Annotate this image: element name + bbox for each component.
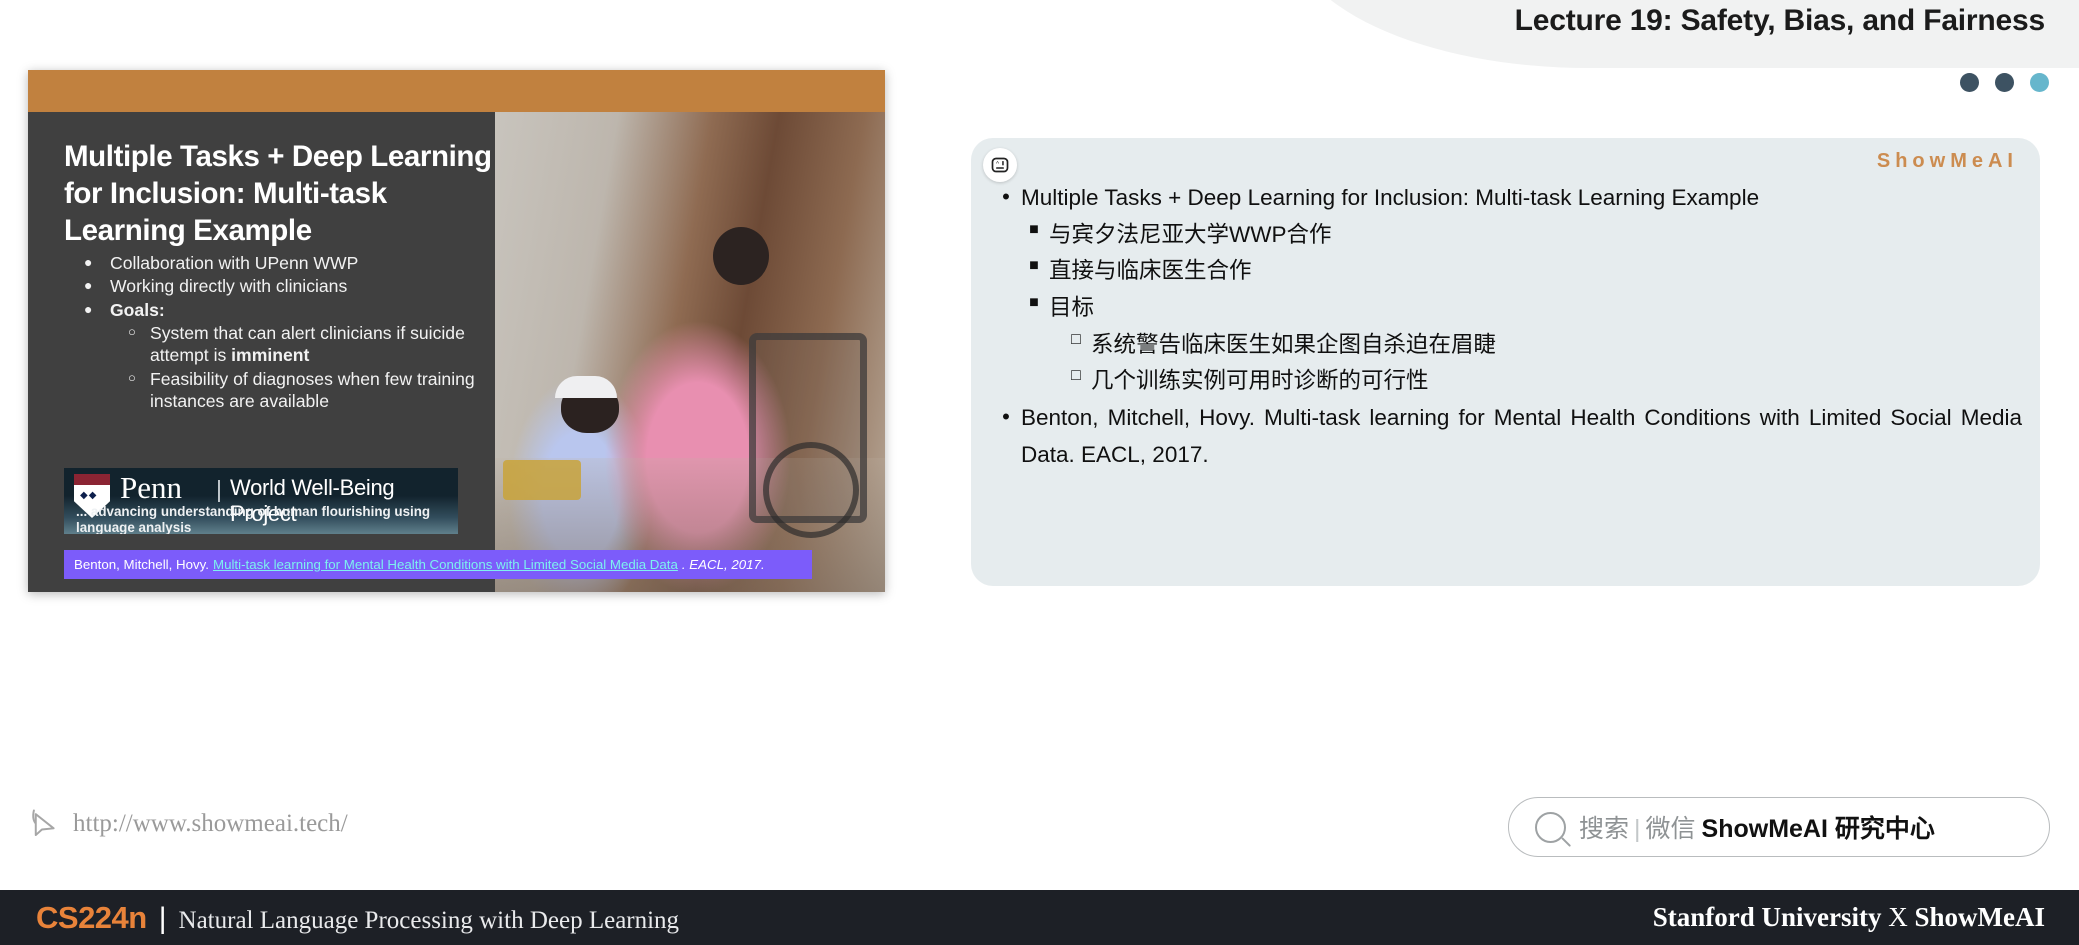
panel-item-label: 目标 [1049,295,1095,321]
bullet-marker-icon: ● [84,277,93,294]
slide-bullet-list: ● Collaboration with UPenn WWP ● Working… [76,252,496,413]
subbullet-text-emphasis: imminent [231,345,310,366]
panel-item-label: 与宾夕法尼亚大学WWP合作 [1049,221,1332,247]
slide-subbullet-label: System that can alert clinicians if suic… [150,322,496,367]
pagination-dots [1960,73,2049,92]
pagination-dot-3[interactable] [2030,73,2049,92]
footer-org-showmeai: ShowMeAI [1914,902,2045,932]
panel-bullet-icon: • [1002,184,1010,209]
panel-bullet-icon: ■ [1029,220,1039,238]
citation-authors: Benton, Mitchell, Hovy. [74,557,209,572]
slide-citation-bar: Benton, Mitchell, Hovy. Multi-task learn… [64,550,812,579]
panel-item-label: Benton, Mitchell, Hovy. Multi-task learn… [1021,405,2022,467]
panel-list-item: □ 系统警告临床医生如果企图自杀迫在眉睫 [991,327,2022,364]
search-placeholder: 搜索 [1579,815,1630,843]
panel-bullet-icon: ■ [1029,294,1039,312]
slide-bullet-item: ● Working directly with clinicians [76,275,496,297]
cursor-icon [32,809,55,837]
panel-item-label: 几个训练实例可用时诊断的可行性 [1091,368,1429,394]
photo-patient [713,227,769,286]
bullet-marker-icon: ● [84,254,93,270]
slide-subbullet-item: ○ System that can alert clinicians if su… [76,322,496,367]
photo-bench [503,460,581,500]
panel-bullet-icon: ■ [1029,257,1039,275]
slide-subbullet-item: ○ Feasibility of diagnoses when few trai… [76,368,496,413]
slide-subbullet-label: Feasibility of diagnoses when few traini… [150,368,475,412]
showmeai-panel-logo: ShowMeAI [1876,150,2018,172]
panel-list-item: • Benton, Mitchell, Hovy. Multi-task lea… [991,400,2022,473]
panel-bullet-icon: □ [1071,367,1081,385]
translation-panel: ^ ShowMeAI • Multiple Tasks + Deep Learn… [971,138,2040,586]
penn-divider: | [216,476,222,502]
page-root: Lecture 19: Safety, Bias, and Fairness M… [0,0,2079,945]
slide-bullet-item: ● Collaboration with UPenn WWP [76,252,496,274]
pagination-dot-1[interactable] [1960,73,1979,92]
slide-bullet-label: Goals: [110,299,496,321]
ai-robot-icon: ^ [983,148,1017,182]
search-hint: 搜索 | 微信 ShowMeAI 研究中心 [1579,809,1935,845]
search-brand: ShowMeAI 研究中心 [1701,815,1935,843]
slide-top-stripe [28,70,885,112]
slide-title: Multiple Tasks + Deep Learning for Inclu… [64,140,492,248]
svg-text:^: ^ [996,160,1000,167]
search-channel: 微信 [1645,815,1696,843]
site-url-text: http://www.showmeai.tech/ [73,810,348,837]
footer-org-stanford: Stanford University [1652,902,1882,932]
panel-item-label: 直接与临床医生合作 [1049,258,1252,284]
panel-list-item: • Multiple Tasks + Deep Learning for Inc… [991,180,2022,217]
footer-bar: CS224n | Natural Language Processing wit… [0,890,2079,945]
slide-photo-nurse-patient [495,112,885,592]
footer-course-info: CS224n | Natural Language Processing wit… [36,900,679,936]
footer-course-code: CS224n [36,899,147,935]
penn-wordmark: Penn [120,470,182,505]
penn-tagline: ... advancing understanding of human flo… [76,504,431,534]
panel-list-item: ■ 直接与临床医生合作 [991,253,2022,290]
panel-item-label: Multiple Tasks + Deep Learning for Inclu… [1021,185,1760,210]
panel-bullet-icon: □ [1071,330,1081,348]
subbullet-marker-icon: ○ [128,369,136,385]
bullet-marker-icon: ● [84,300,93,317]
slide-bullet-label: Working directly with clinicians [110,276,348,297]
page-title: Lecture 19: Safety, Bias, and Fairness [1514,4,2046,37]
search-icon [1535,811,1566,843]
panel-item-label: 系统警告临床医生如果企图自杀迫在眉睫 [1091,331,1497,357]
citation-venue: . EACL, 2017. [681,557,765,572]
search-input[interactable]: 搜索 | 微信 ShowMeAI 研究中心 [1508,797,2050,857]
panel-list-item: □ 几个训练实例可用时诊断的可行性 [991,363,2022,400]
pagination-dot-2[interactable] [1995,73,2014,92]
subbullet-marker-icon: ○ [128,324,136,340]
panel-list-item: ■ 与宾夕法尼亚大学WWP合作 [991,217,2022,254]
photo-nurse-cap [555,376,617,398]
panel-list-item: ■ 目标 [991,290,2022,327]
panel-bullet-icon: • [1002,404,1010,430]
site-url[interactable]: http://www.showmeai.tech/ [30,808,348,840]
penn-wwbp-logo-banner: ◆◆ Penn | World Well-Being Project ... a… [64,468,458,534]
footer-divider: | [158,901,167,935]
slide-bullet-label-bold: Goals: [110,299,165,320]
slide-bullet-item: ● Goals: [76,299,496,321]
footer-organizations: Stanford University X ShowMeAI [1653,902,2045,933]
citation-link[interactable]: Multi-task learning for Mental Health Co… [213,557,678,572]
footer-course-name: Natural Language Processing with Deep Le… [178,906,680,934]
panel-content-list: • Multiple Tasks + Deep Learning for Inc… [991,180,2022,473]
penn-shield-bar [74,474,110,485]
footer-org-x: X [1888,902,1908,932]
lecture-slide[interactable]: Multiple Tasks + Deep Learning for Inclu… [28,70,885,592]
slide-bullet-label: Collaboration with UPenn WWP [110,253,359,273]
search-separator: | [1634,815,1641,843]
photo-wheel [763,442,859,538]
